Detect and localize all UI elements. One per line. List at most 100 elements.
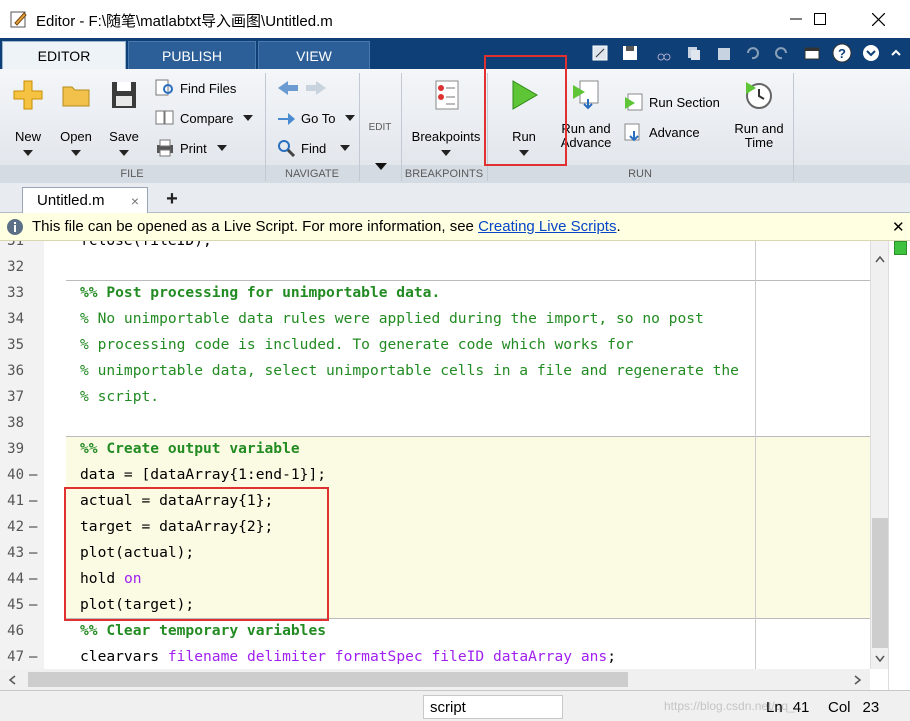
breakpoint-dash[interactable]: — <box>29 644 39 669</box>
breakpoint-dash[interactable]: — <box>29 592 39 618</box>
close-window-button[interactable] <box>858 6 898 32</box>
magnifier-icon <box>278 140 296 157</box>
breakpoint-dash[interactable]: — <box>29 540 39 566</box>
quick-access-copy-icon[interactable] <box>684 43 704 63</box>
run-section-button[interactable]: Run Section <box>624 93 720 111</box>
run-and-advance-icon <box>573 80 599 110</box>
group-label-edit: EDIT <box>368 122 392 133</box>
scroll-right-icon[interactable] <box>854 675 862 685</box>
breakpoint-dash[interactable]: — <box>29 488 39 514</box>
group-separator <box>401 73 402 181</box>
quick-access-paste-icon[interactable] <box>714 43 734 63</box>
code-editor[interactable]: 31fclose(fileID); 32 33%% Post processin… <box>0 241 870 669</box>
scroll-up-icon[interactable] <box>875 255 885 263</box>
quick-access-undo-icon[interactable] <box>742 43 762 63</box>
vertical-scroll-thumb[interactable] <box>872 518 888 648</box>
group-separator <box>793 73 794 181</box>
scroll-left-icon[interactable] <box>8 675 16 685</box>
code-line-39[interactable]: 39%% Create output variable <box>0 436 870 462</box>
code-line-38[interactable]: 38 <box>0 410 870 436</box>
horizontal-scrollbar[interactable] <box>0 669 870 690</box>
save-button[interactable]: Save <box>104 79 144 159</box>
code-line-43[interactable]: 43— plot(actual); <box>0 540 870 566</box>
scroll-down-icon[interactable] <box>875 655 885 663</box>
find-button[interactable]: Find <box>276 139 351 157</box>
close-icon <box>871 12 885 26</box>
code-line-47[interactable]: 47— clearvars filename delimiter formatSp… <box>0 644 870 669</box>
breakpoint-dash[interactable]: — <box>29 514 39 540</box>
code-line-46[interactable]: 46%% Clear temporary variables <box>0 618 870 644</box>
ribbon-collapse-icon[interactable] <box>886 43 906 63</box>
ribbon-options-icon[interactable] <box>861 43 881 63</box>
infobar-close-icon[interactable]: ✕ <box>892 218 905 236</box>
goto-button[interactable]: Go To <box>276 109 356 127</box>
quick-access-switch-windows-icon[interactable] <box>802 43 822 63</box>
printer-icon <box>157 139 173 157</box>
code-line-33[interactable]: 33%% Post processing for unimportable da… <box>0 280 870 306</box>
creating-live-scripts-link[interactable]: Creating Live Scripts <box>478 218 616 235</box>
status-bar: script https://blog.csdn.net/qq_ Ln 41 Co… <box>0 690 910 721</box>
horizontal-scroll-thumb[interactable] <box>28 672 628 687</box>
code-line-42[interactable]: 42— target = dataArray{2}; <box>0 514 870 540</box>
code-line-32[interactable]: 32 <box>0 254 870 280</box>
run-section-icon <box>625 93 643 111</box>
code-line-37[interactable]: 37% script. <box>0 384 870 410</box>
open-button[interactable]: Open <box>56 79 96 159</box>
breakpoints-button[interactable]: Breakpoints <box>406 79 486 159</box>
maximize-icon <box>814 13 826 25</box>
document-tab-bar: Untitled.m × + <box>0 183 910 213</box>
run-button[interactable]: Run <box>500 79 548 159</box>
tab-editor[interactable]: EDITOR <box>2 41 126 69</box>
chevron-down-icon <box>441 150 451 156</box>
live-script-infobar: This file can be opened as a Live Script… <box>0 213 910 241</box>
chevron-down-icon <box>243 115 254 121</box>
code-line-45[interactable]: 45— plot(target); <box>0 592 870 618</box>
code-line-35[interactable]: 35% processing code is included. To gene… <box>0 332 870 358</box>
vertical-scrollbar[interactable] <box>870 241 888 669</box>
code-analyzer-status-indicator[interactable] <box>894 241 907 255</box>
infobar-period: . <box>616 218 621 235</box>
new-tab-button[interactable]: + <box>158 187 186 211</box>
find-files-button[interactable]: Find Files <box>155 79 236 97</box>
navigate-back-forward[interactable] <box>276 79 333 97</box>
editor-app-icon <box>10 11 27 28</box>
compare-button[interactable]: Compare <box>155 109 254 127</box>
editor-ribbon: New Open Save Find Files Compare Print F… <box>0 69 910 183</box>
code-line-44[interactable]: 44— hold on <box>0 566 870 592</box>
save-disk-icon <box>112 82 136 108</box>
run-and-advance-button[interactable]: Run and Advance <box>560 79 612 150</box>
code-line-31[interactable]: 31fclose(fileID); <box>0 241 870 254</box>
window-title: Editor - F:\随笔\matlabtxt导入画图\Untitled.m <box>36 13 333 30</box>
breakpoint-dash[interactable]: — <box>29 566 39 592</box>
group-separator <box>265 73 266 181</box>
quick-access-redo-icon[interactable] <box>772 43 792 63</box>
tab-publish[interactable]: PUBLISH <box>128 41 256 69</box>
new-button[interactable]: New <box>8 79 48 159</box>
print-button[interactable]: Print <box>155 139 227 157</box>
code-line-34[interactable]: 34% No unimportable data rules were appl… <box>0 306 870 332</box>
code-line-41[interactable]: 41— actual = dataArray{1}; <box>0 488 870 514</box>
breakpoints-icon <box>435 80 459 110</box>
run-and-time-button[interactable]: Run and Time <box>730 79 788 150</box>
code-analyzer-strip[interactable] <box>888 241 910 690</box>
edit-group-expand[interactable] <box>370 159 392 173</box>
advance-icon <box>624 123 640 141</box>
new-plus-icon <box>13 80 43 110</box>
svg-text:?: ? <box>838 46 846 61</box>
quick-access-cut-icon[interactable] <box>654 43 674 63</box>
quick-access-shortcut-icon[interactable] <box>590 43 610 63</box>
quick-access-save-icon[interactable] <box>620 43 640 63</box>
help-icon[interactable]: ? <box>832 43 852 63</box>
code-line-40[interactable]: 40— data = [dataArray{1:end-1}]; <box>0 462 870 488</box>
tab-view[interactable]: VIEW <box>258 41 370 69</box>
maximize-button[interactable] <box>800 6 840 32</box>
chevron-down-icon <box>71 150 81 156</box>
close-tab-icon[interactable]: × <box>131 193 139 209</box>
code-line-36[interactable]: 36% unimportable data, select unimportab… <box>0 358 870 384</box>
open-folder-icon <box>62 86 90 107</box>
breakpoint-dash[interactable]: — <box>29 462 39 488</box>
run-play-icon <box>512 80 538 110</box>
tab-untitled-m[interactable]: Untitled.m × <box>22 187 148 213</box>
advance-button[interactable]: Advance <box>624 123 700 141</box>
group-label-navigate: NAVIGATE <box>285 168 339 180</box>
